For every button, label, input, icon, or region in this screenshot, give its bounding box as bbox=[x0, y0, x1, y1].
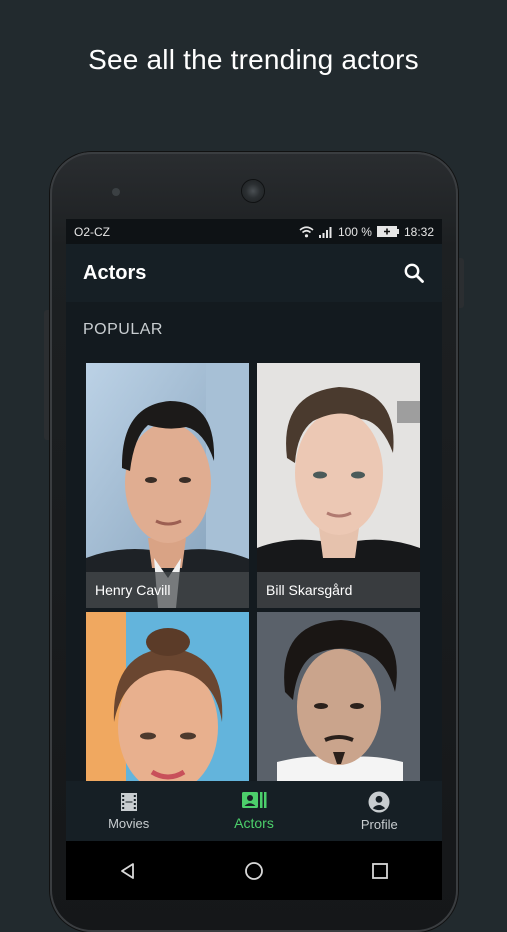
nav-label-movies: Movies bbox=[108, 815, 150, 831]
search-icon[interactable] bbox=[403, 262, 425, 284]
actor-photo bbox=[257, 612, 420, 782]
promo-headline: See all the trending actors bbox=[88, 44, 419, 75]
back-icon[interactable] bbox=[119, 862, 137, 880]
battery-percent: 100 % bbox=[337, 224, 372, 239]
bottom-navigation: Movies Actors Profile bbox=[66, 781, 442, 841]
nav-item-actors[interactable]: Actors bbox=[191, 781, 316, 841]
actor-card[interactable] bbox=[257, 612, 420, 782]
actor-card-icon bbox=[241, 792, 267, 808]
actor-card[interactable]: Henry Cavill bbox=[86, 363, 249, 608]
recent-apps-icon[interactable] bbox=[371, 862, 389, 880]
actor-name: Bill Skarsgård bbox=[257, 572, 420, 608]
nav-label-profile: Profile bbox=[360, 816, 398, 832]
section-label-popular: POPULAR bbox=[83, 321, 163, 338]
home-icon[interactable] bbox=[244, 861, 264, 881]
actor-name: Henry Cavill bbox=[86, 572, 249, 608]
front-camera bbox=[242, 180, 264, 202]
nav-item-profile[interactable]: Profile bbox=[317, 781, 442, 841]
wifi-icon bbox=[299, 225, 314, 237]
nav-label-actors: Actors bbox=[234, 815, 274, 831]
actor-card[interactable] bbox=[86, 612, 249, 782]
phone-power-button bbox=[458, 258, 464, 308]
proximity-sensor bbox=[112, 188, 120, 196]
clock: 18:32 bbox=[403, 224, 434, 239]
actor-photo bbox=[86, 612, 249, 782]
carrier-label: O2-CZ bbox=[74, 224, 110, 239]
status-bar: O2-CZ 100 % 18:32 bbox=[66, 219, 442, 244]
page-title: Actors bbox=[83, 261, 147, 284]
nav-item-movies[interactable]: Movies bbox=[66, 781, 191, 841]
profile-icon bbox=[368, 791, 390, 812]
phone-screen: O2-CZ 100 % 18:32 Actors POPULAR Henry C… bbox=[66, 219, 442, 900]
signal-icon bbox=[318, 226, 332, 238]
app-bar: Actors bbox=[66, 244, 442, 302]
battery-charging-icon bbox=[376, 226, 399, 237]
actor-card[interactable]: Bill Skarsgård bbox=[257, 363, 420, 608]
system-navigation-bar bbox=[66, 841, 442, 900]
film-icon bbox=[120, 792, 137, 811]
